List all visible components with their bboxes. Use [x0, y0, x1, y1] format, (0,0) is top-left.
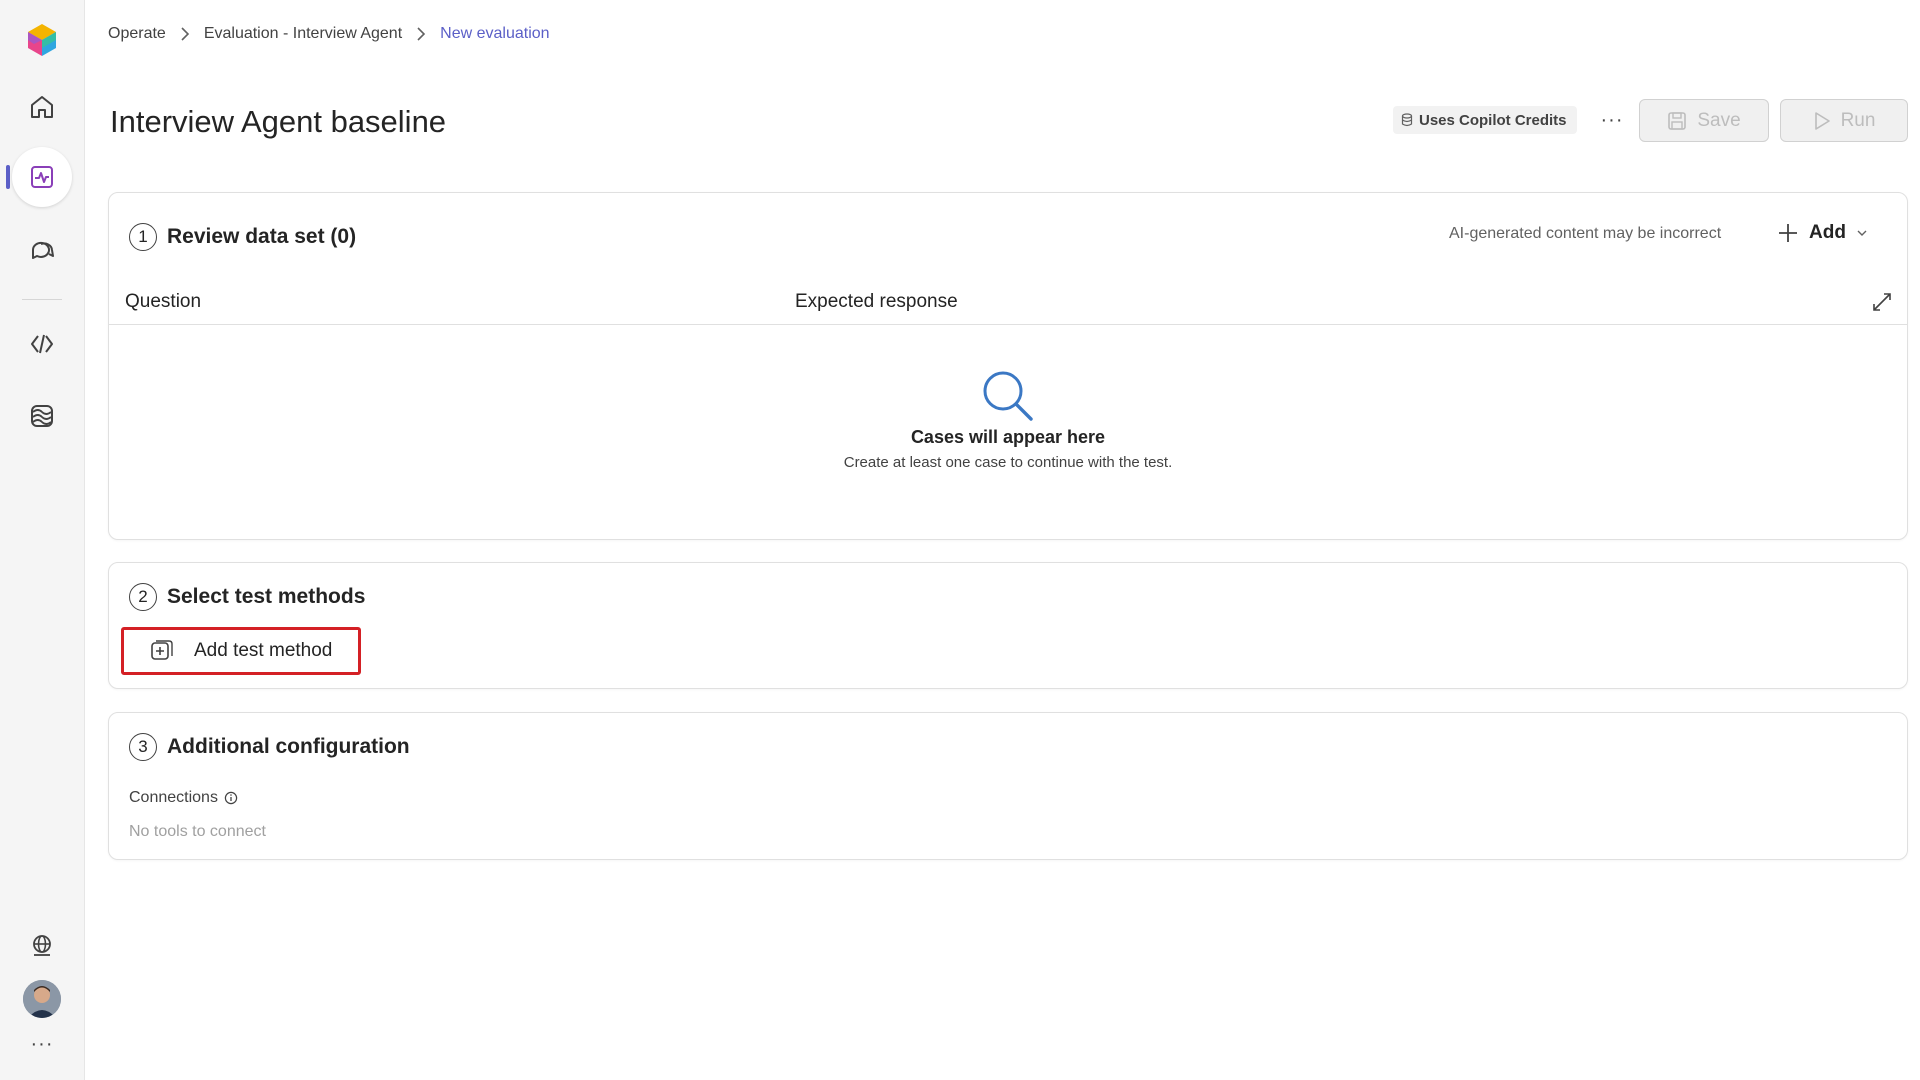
add-test-method-button[interactable]: Add test method — [121, 627, 361, 675]
globe-icon — [33, 935, 51, 956]
breadcrumb-evaluation[interactable]: Evaluation - Interview Agent — [204, 25, 402, 43]
column-header-question: Question — [125, 291, 202, 312]
rail-globe-button[interactable] — [12, 916, 72, 976]
empty-state-title: Cases will appear here — [910, 427, 1106, 447]
run-button[interactable]: Run — [1780, 99, 1908, 142]
more-options-button[interactable]: ··· — [1596, 104, 1628, 136]
ai-disclaimer: AI-generated content may be incorrect — [1449, 225, 1722, 242]
empty-state-subtitle: Create at least one case to continue wit… — [843, 454, 1173, 471]
user-avatar[interactable] — [23, 980, 61, 1018]
additional-configuration-card: 3 Additional configuration Connections N… — [108, 712, 1908, 860]
run-label: Run — [1840, 109, 1876, 131]
home-icon — [31, 96, 53, 118]
info-icon[interactable] — [224, 791, 238, 805]
add-cases-button[interactable]: Add — [1769, 215, 1876, 251]
rail-evaluation-button[interactable] — [12, 147, 72, 207]
test-methods-title: Select test methods — [167, 585, 366, 608]
expand-icon[interactable] — [1871, 291, 1893, 313]
rail-models-button[interactable] — [12, 386, 72, 446]
left-rail: ··· — [0, 0, 85, 1080]
breadcrumb: Operate Evaluation - Interview Agent New… — [108, 22, 550, 46]
step-number-1: 1 — [129, 223, 157, 251]
configuration-title: Additional configuration — [167, 735, 410, 758]
breadcrumb-current[interactable]: New evaluation — [440, 25, 549, 43]
chevron-down-icon — [1857, 230, 1867, 236]
chat-icon — [31, 241, 54, 259]
code-icon — [31, 334, 53, 354]
step-number-3: 3 — [129, 733, 157, 761]
test-methods-card: 2 Select test methods Add test method — [108, 562, 1908, 689]
cases-table-header: Question Expected response — [109, 283, 1907, 325]
chevron-right-icon — [416, 27, 426, 41]
connections-empty-text: No tools to connect — [129, 823, 266, 840]
models-icon — [31, 405, 53, 427]
add-test-method-label: Add test method — [194, 640, 333, 661]
chevron-right-icon — [180, 27, 190, 41]
save-button[interactable]: Save — [1639, 99, 1769, 142]
breadcrumb-operate[interactable]: Operate — [108, 25, 166, 43]
rail-active-indicator — [6, 165, 10, 189]
plus-icon — [1779, 224, 1797, 242]
review-dataset-card: 1 Review data set (0) AI-generated conte… — [108, 192, 1908, 540]
add-label: Add — [1809, 222, 1846, 243]
copilot-credits-badge: Uses Copilot Credits — [1393, 106, 1577, 134]
search-icon — [983, 371, 1033, 421]
add-square-icon — [151, 640, 173, 660]
save-icon — [1668, 111, 1687, 130]
app-logo-icon[interactable] — [24, 22, 60, 58]
evaluation-icon — [31, 166, 53, 188]
connections-text: Connections — [129, 789, 218, 806]
rail-more-button[interactable]: ··· — [12, 1024, 72, 1064]
more-icon: ··· — [30, 1032, 54, 1055]
connections-label: Connections — [129, 789, 238, 807]
step-number-2: 2 — [129, 583, 157, 611]
more-icon: ··· — [1600, 108, 1624, 131]
dataset-title: Review data set (0) — [167, 225, 357, 248]
page-title: Interview Agent baseline — [110, 104, 447, 139]
coins-icon — [1401, 113, 1413, 127]
rail-divider — [22, 299, 62, 300]
empty-state: Cases will appear here Create at least o… — [109, 369, 1907, 471]
rail-chat-button[interactable] — [12, 220, 72, 280]
rail-home-button[interactable] — [12, 77, 72, 137]
credits-label: Uses Copilot Credits — [1419, 111, 1567, 129]
save-label: Save — [1697, 109, 1741, 131]
rail-code-button[interactable] — [12, 314, 72, 374]
play-icon — [1814, 111, 1830, 130]
column-header-expected-response: Expected response — [795, 291, 958, 312]
